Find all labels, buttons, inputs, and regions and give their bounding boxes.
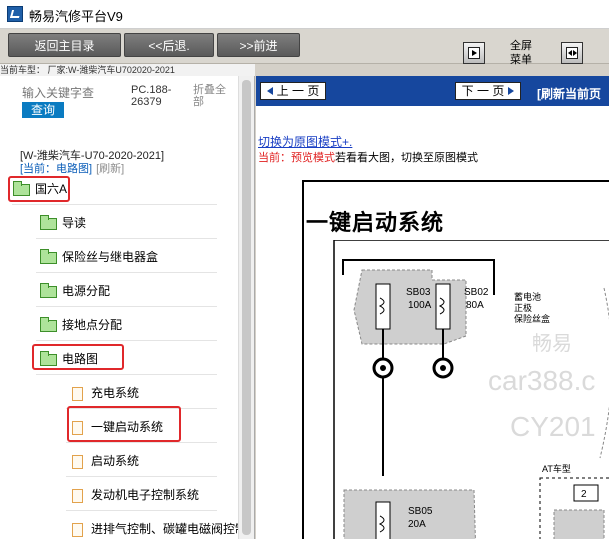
query-button[interactable]: 查询: [22, 102, 64, 118]
app-title: 畅易汽修平台V9: [29, 9, 123, 24]
battery-label-line2: 正极: [514, 302, 532, 313]
tree-item-power-distribution[interactable]: 电源分配: [40, 281, 110, 301]
refresh-link[interactable]: [刷新]: [96, 163, 124, 175]
tree-item-ground-distribution[interactable]: 接地点分配: [40, 315, 122, 335]
tree-item-label: 保险丝与继电器盒: [62, 250, 159, 264]
app-icon: [7, 6, 23, 22]
tree-item-label: 进排气控制、碳罐电磁阀控制: [91, 522, 248, 536]
document-icon: [72, 386, 83, 401]
mode-hint: 若看看大图，切换至原图模式: [335, 152, 478, 164]
refresh-current-page-link[interactable]: [刷新当前页: [537, 85, 601, 102]
battery-label-line1: 蓄电池: [514, 291, 541, 302]
fuse-sb02-rating: 80A: [466, 300, 484, 311]
collapse-all-link[interactable]: 折叠全部: [193, 84, 233, 108]
switch-to-original-mode-link[interactable]: 切换为原图模式+.: [258, 133, 352, 150]
tree-item-fuse-relay-box[interactable]: 保险丝与继电器盒: [40, 247, 158, 267]
tree-item-label: 接地点分配: [62, 318, 123, 332]
pc-code: PC.188-26379: [131, 84, 172, 108]
scrollbar-thumb[interactable]: [242, 80, 251, 535]
fuse-sb05-rating: 20A: [408, 519, 426, 530]
folder-icon: [40, 316, 57, 332]
tree-item-charging-system[interactable]: 充电系统: [72, 383, 139, 403]
current-vehicle-info: 当前车型： 厂家:W-潍柴汽车U702020-2021: [0, 64, 255, 76]
title-bar: 畅易汽修平台V9: [0, 0, 609, 29]
back-to-main-button[interactable]: 返回主目录: [8, 33, 121, 57]
previous-page-label: 上 一 页: [276, 84, 320, 98]
folder-icon: [40, 248, 57, 264]
tree-item-label: 导读: [62, 216, 87, 230]
highlight-box-circuit-diagram: [32, 344, 124, 370]
tree-item-engine-control[interactable]: 发动机电子控制系统: [72, 485, 199, 505]
page-nav-bar: 上 一 页 下 一 页 [刷新当前页: [256, 76, 609, 106]
document-icon: [72, 488, 83, 503]
diagram-title: 一键启动系统: [306, 210, 445, 235]
left-scrollbar[interactable]: [238, 76, 254, 539]
diagram-page: 一键启动系统 SB03 100A SB02 80A 蓄电池 正极 保险丝盒 SB…: [302, 180, 609, 539]
at-model-label: AT车型: [542, 463, 571, 474]
fullscreen-icon[interactable]: [463, 42, 485, 64]
next-page-button[interactable]: 下 一 页: [455, 82, 521, 100]
watermark-line3: CY201: [510, 411, 596, 442]
left-panel: 输入关键字查 查询 PC.188-26379 折叠全部 [W-潍柴汽车-U70-…: [0, 76, 255, 539]
tree-item-label: 电源分配: [62, 284, 111, 298]
highlight-box-one-key-start: [67, 406, 181, 442]
mode-prefix: 当前：: [258, 152, 291, 164]
back-button[interactable]: <<后退.: [124, 33, 214, 57]
pin-2: 2: [581, 489, 587, 500]
document-icon: [72, 454, 83, 469]
document-viewer: 上 一 页 下 一 页 [刷新当前页 切换为原图模式+. 当前：预览模式若看看大…: [256, 76, 609, 539]
battery-label-line3: 保险丝盒: [514, 313, 550, 324]
document-icon: [72, 522, 83, 537]
fuse-sb05-id: SB05: [408, 506, 433, 517]
fullscreen-label-line1: 全屏: [510, 40, 532, 52]
fuse-sb03-id: SB03: [406, 287, 431, 298]
mode-name: 预览模式: [291, 152, 335, 164]
wiring-diagram: SB03 100A SB02 80A 蓄电池 正极 保险丝盒 SB05 20A …: [333, 240, 609, 539]
forward-button[interactable]: >>前进: [217, 33, 300, 57]
previous-page-button[interactable]: 上 一 页: [260, 82, 326, 100]
fullscreen-menu-label[interactable]: 全屏 菜单: [505, 39, 537, 67]
tree-item-label: 发动机电子控制系统: [91, 488, 200, 502]
fuse-sb03-rating: 100A: [408, 300, 432, 311]
folder-icon: [40, 214, 57, 230]
split-view-icon[interactable]: [561, 42, 583, 64]
fullscreen-label-line2: 菜单: [510, 54, 532, 66]
current-location: [当前：电路图]: [20, 163, 93, 175]
next-page-label: 下 一 页: [461, 84, 505, 98]
folder-icon: [40, 282, 57, 298]
search-input[interactable]: 输入关键字查: [22, 84, 106, 101]
watermark-line2: car388.c: [488, 365, 595, 396]
tree-item-label: 充电系统: [91, 386, 140, 400]
tree-item-starting-system[interactable]: 启动系统: [72, 451, 139, 471]
watermark-line1: 畅易: [532, 332, 572, 355]
fuse-sb02-id: SB02: [464, 287, 489, 298]
toolbar: 返回主目录 <<后退. >>前进 全屏菜单: [0, 29, 609, 67]
tree-item-guide[interactable]: 导读: [40, 213, 86, 233]
highlight-box-guoliu-a: [8, 176, 70, 202]
current-state: [当前：电路图] [刷新]: [20, 160, 124, 176]
tree-item-intake-exhaust[interactable]: 进排气控制、碳罐电磁阀控制: [72, 519, 247, 539]
mode-status: 当前：预览模式若看看大图，切换至原图模式: [258, 149, 478, 165]
tree-item-label: 启动系统: [91, 454, 140, 468]
